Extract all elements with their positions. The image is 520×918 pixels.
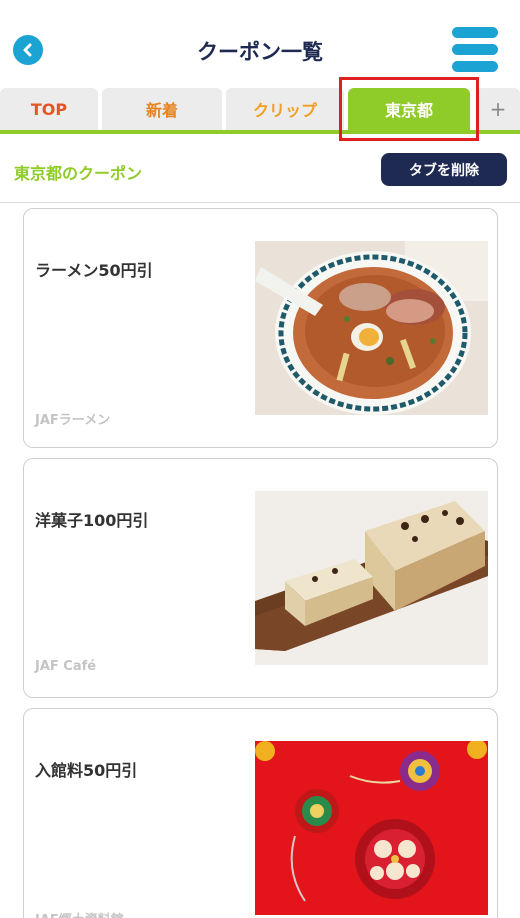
- delete-tab-button[interactable]: タブを削除: [381, 153, 507, 186]
- page-title: クーポン一覧: [197, 40, 323, 64]
- coupon-title: 入館料50円引: [35, 761, 138, 780]
- coupon-card[interactable]: ラーメン50円引 JAFラーメン: [23, 208, 498, 448]
- tab-top[interactable]: TOP: [0, 88, 98, 130]
- pastry-photo: [255, 491, 488, 665]
- coupon-shop: JAF Café: [35, 659, 97, 674]
- hamburger-menu-button[interactable]: [452, 27, 498, 73]
- section-title: 東京都のクーポン: [14, 164, 143, 183]
- menu-icon: [452, 27, 498, 38]
- coupon-card[interactable]: 入館料50円引 JAF郷土資料館: [23, 708, 498, 918]
- coupon-title: ラーメン50円引: [35, 261, 153, 280]
- temari-photo: [255, 741, 488, 915]
- tab-new[interactable]: 新着: [102, 88, 222, 130]
- coupon-shop: JAFラーメン: [35, 413, 111, 428]
- coupon-card[interactable]: 洋菓子100円引 JAF Café: [23, 458, 498, 698]
- tab-bar: TOP 新着 クリップ 東京都 +: [0, 88, 520, 130]
- tab-underline: [0, 130, 520, 134]
- app-header: クーポン一覧: [0, 0, 520, 88]
- ramen-photo: [255, 241, 488, 415]
- divider: [0, 202, 520, 203]
- coupon-shop: JAF郷土資料館: [35, 909, 124, 918]
- tab-clip[interactable]: クリップ: [226, 88, 344, 130]
- add-tab-button[interactable]: +: [476, 88, 520, 130]
- coupon-title: 洋菓子100円引: [35, 511, 149, 530]
- tab-tokyo[interactable]: 東京都: [348, 88, 470, 130]
